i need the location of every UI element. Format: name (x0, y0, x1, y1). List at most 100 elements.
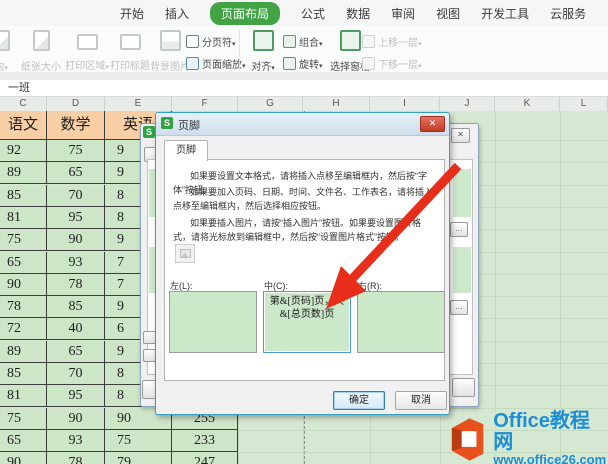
table-cell[interactable]: 78 (0, 296, 47, 318)
wps-logo-icon: S (143, 126, 155, 138)
column-header-F[interactable]: F (172, 97, 238, 111)
close-icon[interactable]: ✕ (420, 116, 445, 132)
table-cell[interactable]: 89 (0, 162, 47, 184)
left-footer-editbox[interactable] (169, 291, 257, 353)
ribbon-label: 纸张大小 (21, 62, 61, 73)
formula-bar[interactable]: 一班 (0, 80, 608, 97)
page-zoom-icon (186, 57, 199, 70)
tab-开发工具[interactable]: 开发工具 (481, 5, 529, 22)
cancel-button[interactable]: 取消 (395, 391, 447, 410)
custom-header-button[interactable]: … (450, 222, 468, 237)
table-cell[interactable]: 65 (0, 430, 47, 452)
orientation-icon (0, 30, 10, 51)
table-cell[interactable]: 95 (47, 207, 105, 229)
custom-footer-button[interactable]: … (450, 300, 468, 315)
tab-云服务[interactable]: 云服务 (550, 5, 586, 22)
ribbon-button-page-break[interactable]: 分页符▾ (186, 33, 236, 51)
tab-审阅[interactable]: 审阅 (391, 5, 415, 22)
footer-dialog: S 页脚 ✕ 页脚 如果要设置文本格式，请将插入点移至编辑框内，然后按“字体”按… (155, 112, 450, 415)
format-picture-icon (175, 244, 195, 263)
table-cell[interactable]: 90 (0, 274, 47, 296)
table-cell[interactable]: 85 (0, 185, 47, 207)
table-cell[interactable]: 72 (0, 318, 47, 340)
table-cell[interactable]: 75 (105, 430, 172, 452)
table-cell[interactable]: 78 (47, 452, 105, 464)
table-cell[interactable]: 65 (0, 252, 47, 274)
column-header-E[interactable]: E (105, 97, 172, 111)
column-header-G[interactable]: G (238, 97, 303, 111)
ribbon-button-rotate[interactable]: 旋转▾ (283, 55, 323, 73)
ribbon-button-page-zoom[interactable]: 页面缩放▾ (186, 55, 246, 73)
column-header-D[interactable]: D (47, 97, 105, 111)
table-cell[interactable]: 90 (47, 229, 105, 251)
page-setup-close-icon[interactable]: ✕ (451, 128, 470, 143)
table-cell[interactable]: 90 (0, 452, 47, 464)
column-header-C[interactable]: C (0, 97, 47, 111)
table-cell[interactable]: 85 (0, 363, 47, 385)
table-cell[interactable]: 65 (47, 341, 105, 363)
table-cell[interactable]: 75 (0, 408, 47, 430)
table-cell[interactable]: 81 (0, 207, 47, 229)
tab-插入[interactable]: 插入 (165, 5, 189, 22)
table-cell[interactable]: 95 (47, 385, 105, 407)
tab-公式[interactable]: 公式 (301, 5, 325, 22)
tab-数据[interactable]: 数据 (346, 5, 370, 22)
instruction-paragraph-3: 如果要插入图片，请按“插入图片”按钮。如果要设置图片格式，请将光标放到编辑框中，… (173, 218, 421, 242)
table-cell[interactable]: 数学 (47, 111, 105, 140)
table-cell[interactable]: 40 (47, 318, 105, 340)
ribbon-button-bg-picture: 背景图片 (150, 30, 190, 73)
ribbon-button-paper-size: 纸张大小 (20, 30, 62, 73)
footer-dialog-titlebar[interactable]: S 页脚 ✕ (156, 113, 449, 136)
ribbon-button-align[interactable]: 对齐▾ (244, 30, 282, 73)
ribbon-label: 组合▾ (299, 38, 323, 49)
ribbon-button-print-title: 打印标题 (110, 30, 150, 72)
tab-视图[interactable]: 视图 (436, 5, 460, 22)
rotate-icon (283, 57, 296, 70)
table-cell[interactable]: 75 (0, 229, 47, 251)
ribbon-label: 向▾ (0, 62, 8, 73)
table-cell[interactable]: 79 (105, 452, 172, 464)
center-footer-editbox[interactable]: 第&[页码]页，共 &[总页数]页 (263, 291, 351, 353)
table-cell[interactable]: 81 (0, 385, 47, 407)
table-cell[interactable]: 90 (47, 408, 105, 430)
column-header-H[interactable]: H (303, 97, 370, 111)
column-header-J[interactable]: J (440, 97, 495, 111)
move-down-icon (362, 57, 375, 70)
ribbon-label: 打印标题 (110, 61, 150, 72)
table-cell[interactable]: 233 (172, 430, 238, 452)
column-header-I[interactable]: I (370, 97, 440, 111)
ribbon-button-group[interactable]: 组合▾ (283, 33, 323, 51)
table-cell[interactable]: 93 (47, 430, 105, 452)
table-cell[interactable]: 85 (47, 296, 105, 318)
ribbon-label: 旋转▾ (299, 60, 323, 71)
table-cell[interactable]: 65 (47, 162, 105, 184)
tab-页面布局[interactable]: 页面布局 (210, 1, 281, 25)
ribbon-label: 下移一层▾ (378, 60, 422, 71)
right-footer-editbox[interactable] (357, 291, 445, 353)
table-cell[interactable]: 语文 (0, 111, 47, 140)
footer-preview-right (453, 247, 471, 293)
table-cell[interactable]: 93 (47, 252, 105, 274)
table-cell[interactable]: 89 (0, 341, 47, 363)
wps-logo-icon: S (161, 117, 173, 129)
table-cell[interactable]: 92 (0, 140, 47, 162)
tab-开始[interactable]: 开始 (120, 5, 144, 22)
table-cell[interactable]: 70 (47, 363, 105, 385)
ok-button[interactable]: 确定 (333, 391, 385, 410)
column-header-K[interactable]: K (495, 97, 560, 111)
table-cell[interactable]: 70 (47, 185, 105, 207)
ribbon-button-move-down: 下移一层▾ (362, 55, 422, 73)
table-cell[interactable]: 75 (47, 140, 105, 162)
table-cell[interactable]: 78 (47, 274, 105, 296)
ribbon-button-orientation: 向▾ (0, 30, 16, 73)
page-setup-cancel-partial[interactable] (452, 378, 475, 397)
ribbon-tab-bar: 开始 插入 页面布局 公式 数据 审阅 视图 开发工具 云服务 (0, 0, 608, 26)
ribbon-label: 对齐▾ (251, 62, 275, 73)
column-header-L[interactable]: L (560, 97, 608, 111)
paper-size-icon (32, 30, 50, 51)
ribbon-label: 打印区域▾ (65, 61, 109, 72)
footer-tab-panel: 如果要设置文本格式，请将插入点移至编辑框内，然后按“字体”按钮。 如果要加入页码… (164, 159, 445, 381)
tab-footer[interactable]: 页脚 (164, 140, 208, 161)
table-cell[interactable]: 247 (172, 452, 238, 464)
ribbon-button-move-up: 上移一层▾ (362, 33, 422, 51)
